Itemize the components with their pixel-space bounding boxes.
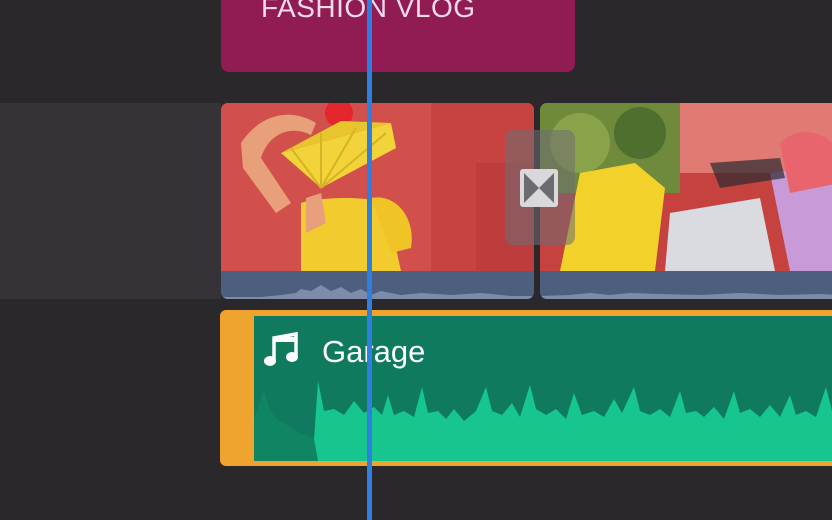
clip-audio-waveform <box>221 271 534 299</box>
audio-clip-body: Garage <box>254 316 832 461</box>
audio-clip-label: Garage <box>322 334 426 369</box>
clip-thumbnail <box>540 103 832 271</box>
video-clip-1[interactable] <box>221 103 534 299</box>
bowtie-transition-icon <box>520 169 558 207</box>
playhead[interactable] <box>367 0 372 520</box>
title-clip[interactable]: FASHION VLOG <box>221 0 575 72</box>
clip-thumbnail <box>221 103 534 271</box>
transition-handle[interactable] <box>505 130 575 245</box>
audio-waveform <box>254 381 832 461</box>
audio-clip[interactable]: Garage <box>220 310 832 466</box>
music-note-icon <box>264 331 298 366</box>
empty-video-track <box>0 103 221 299</box>
clip-audio-waveform <box>540 271 832 299</box>
video-clip-2[interactable] <box>540 103 832 299</box>
